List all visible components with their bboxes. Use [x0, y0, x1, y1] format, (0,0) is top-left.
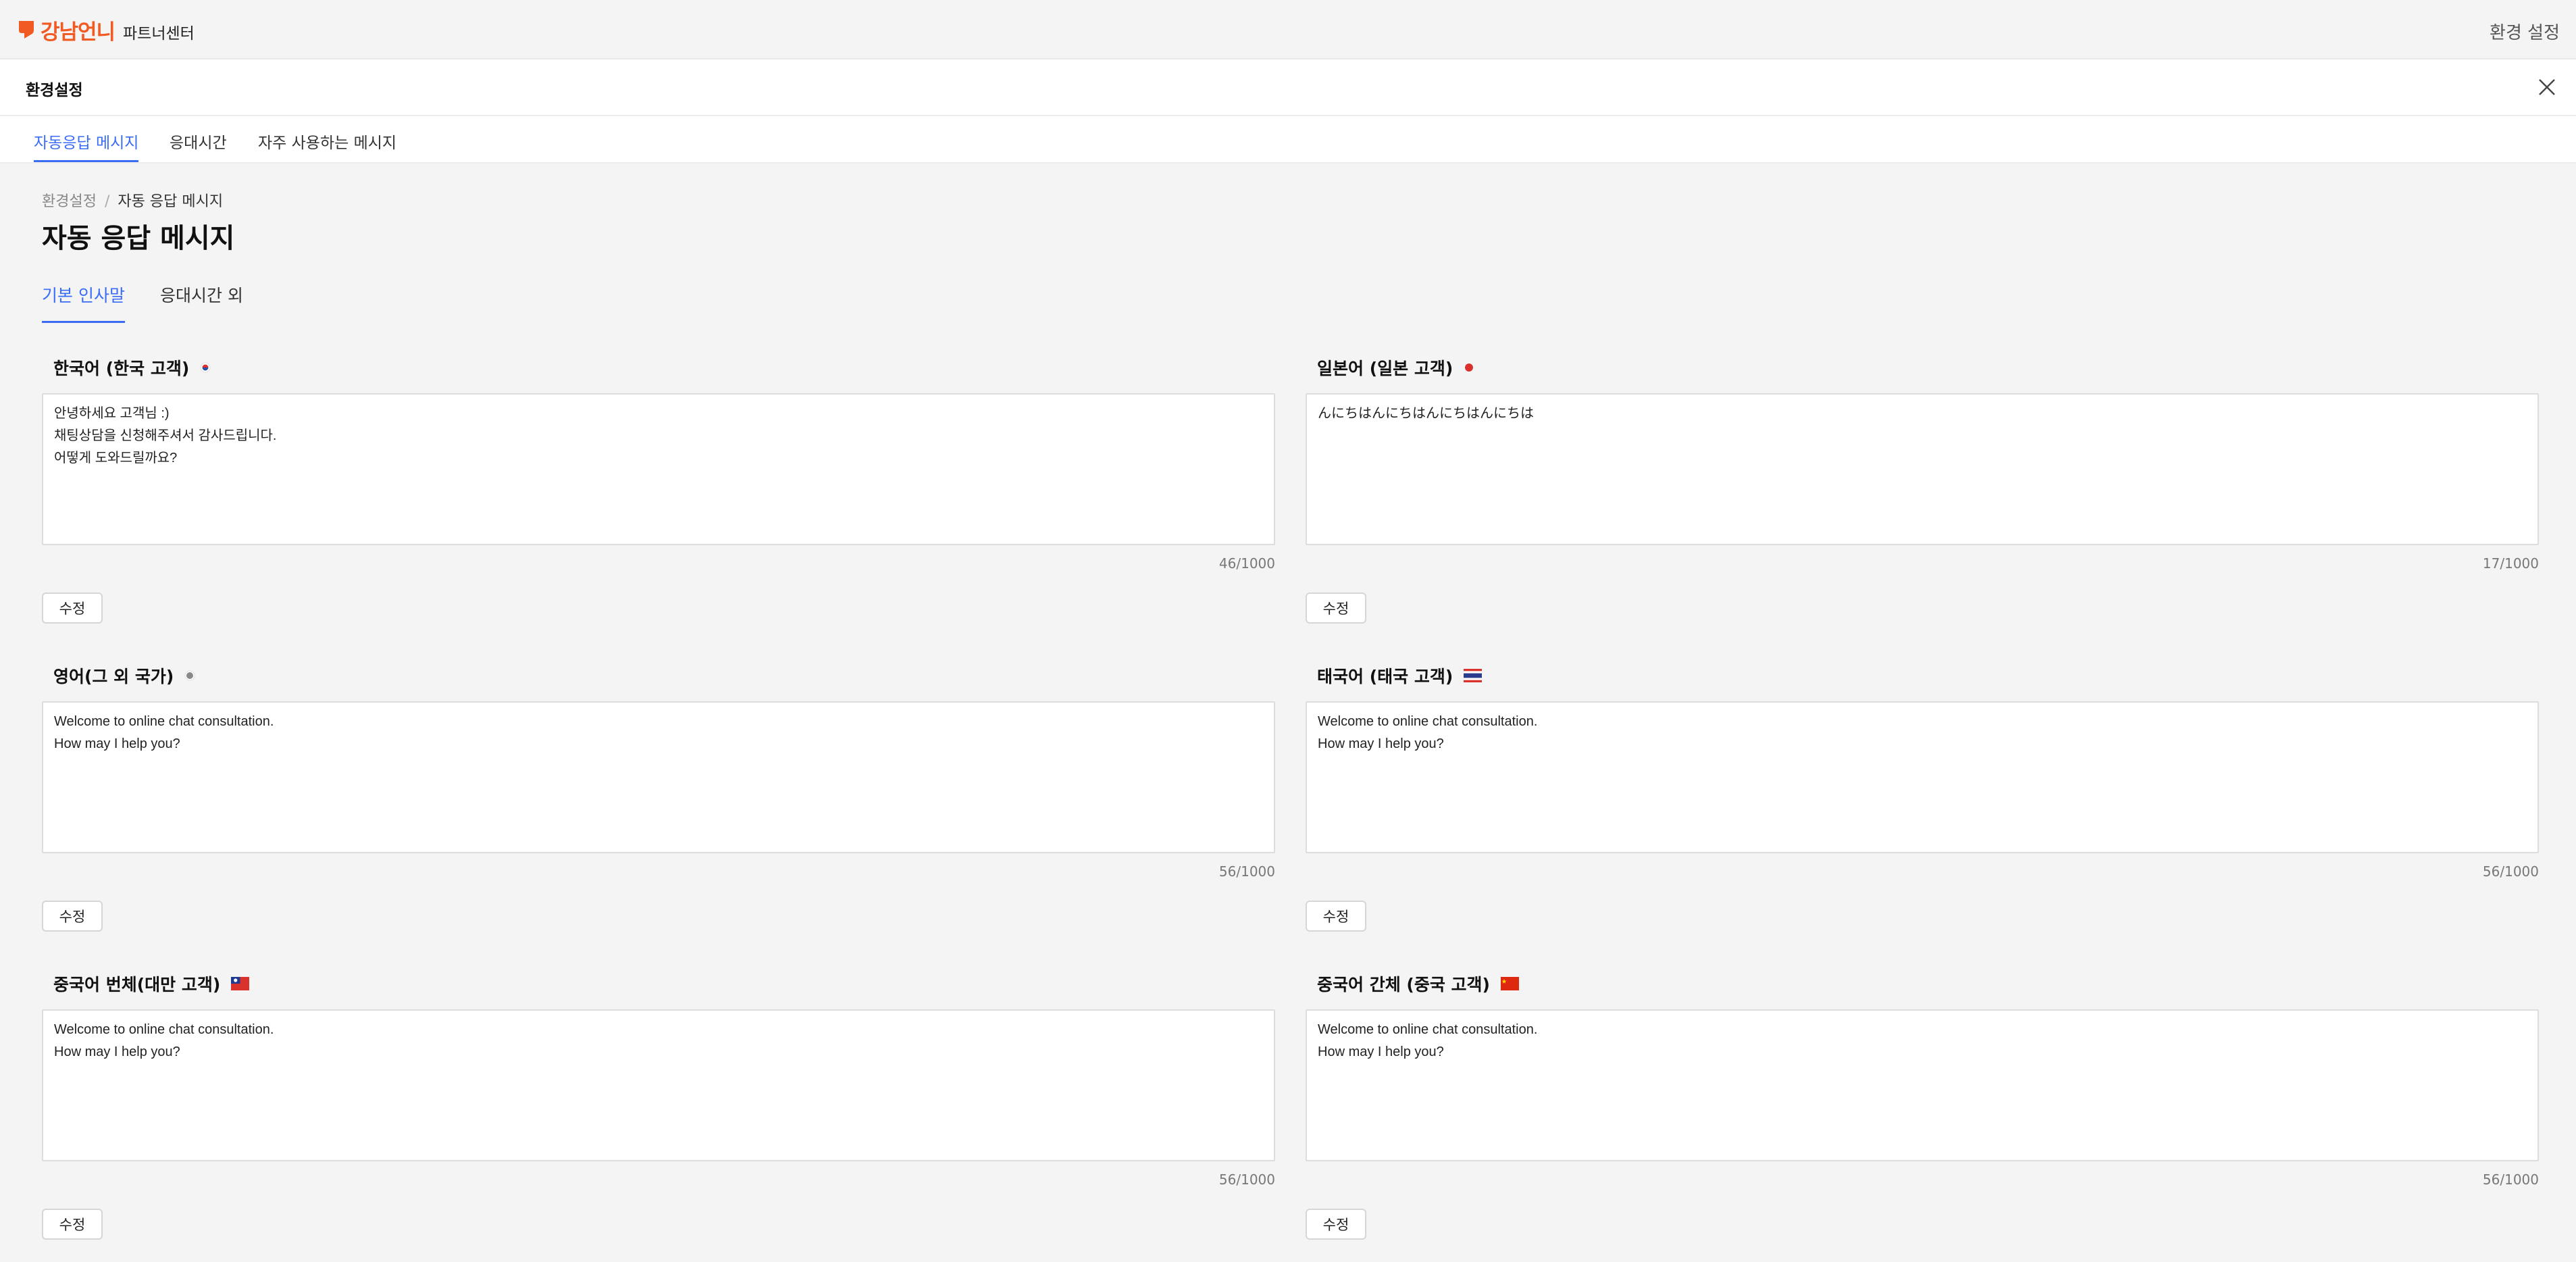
char-counter: 56/1000 [2482, 1171, 2539, 1188]
message-label-text: 한국어 (한국 고객) [53, 359, 190, 378]
char-counter: 17/1000 [2482, 555, 2539, 572]
message-block-traditional-chinese: 중국어 번체(대만 고객) Welcome to online chat con… [42, 971, 1275, 1242]
message-block-simplified-chinese: 중국어 간체 (중국 고객) Welcome to online chat co… [1306, 971, 2539, 1242]
edit-button[interactable]: 수정 [1306, 901, 1366, 932]
message-label: 한국어 (한국 고객) [53, 355, 211, 380]
breadcrumb-separator: / [104, 193, 110, 210]
thailand-flag-icon [1464, 669, 1483, 682]
environment-settings-link[interactable]: 환경 설정 [2490, 19, 2560, 44]
edit-button[interactable]: 수정 [42, 901, 103, 932]
message-label-text: 태국어 (태국 고객) [1317, 667, 1453, 686]
message-label-text: 영어(그 외 국가) [53, 667, 174, 686]
partner-center-label: 파트너센터 [123, 25, 195, 43]
message-textarea[interactable]: んにちはんにちはんにちはんにちは [1306, 393, 2539, 545]
breadcrumb: 환경설정 / 자동 응답 메시지 [42, 189, 223, 211]
char-counter: 46/1000 [1218, 555, 1275, 572]
message-textarea[interactable]: Welcome to online chat consultation. How… [1306, 701, 2539, 853]
logo-text: 강남언니 [41, 20, 115, 45]
tab-auto-response[interactable]: 자동응답 메시지 [34, 130, 139, 162]
settings-title: 환경설정 [26, 82, 83, 99]
message-textarea[interactable]: Welcome to online chat consultation. How… [42, 701, 1275, 853]
message-textarea[interactable]: Welcome to online chat consultation. How… [42, 1009, 1275, 1161]
logo-icon [19, 21, 34, 39]
message-textarea[interactable]: 안녕하세요 고객님 :) 채팅상담을 신청해주셔서 감사드립니다. 어떻게 도와… [42, 393, 1275, 545]
tab-frequent-messages[interactable]: 자주 사용하는 메시지 [258, 130, 396, 162]
message-label-text: 일본어 (일본 고객) [1317, 359, 1453, 378]
breadcrumb-parent[interactable]: 환경설정 [42, 193, 97, 210]
top-tabs: 자동응답 메시지 응대시간 자주 사용하는 메시지 [0, 116, 2576, 163]
breadcrumb-current: 자동 응답 메시지 [118, 193, 224, 210]
globe-dot-icon [184, 670, 195, 681]
message-block-korean: 한국어 (한국 고객) 안녕하세요 고객님 :) 채팅상담을 신청해주셔서 감사… [42, 355, 1275, 626]
message-label: 일본어 (일본 고객) [1317, 355, 1474, 380]
char-counter: 56/1000 [2482, 863, 2539, 880]
message-label: 영어(그 외 국가) [53, 663, 195, 688]
top-bar: 강남언니 파트너센터 환경 설정 [0, 0, 2576, 59]
taiwan-flag-icon [231, 977, 250, 990]
sub-tabs: 기본 인사말 응대시간 외 [42, 282, 2541, 323]
page-title: 자동 응답 메시지 [42, 223, 235, 254]
message-block-english: 영어(그 외 국가) Welcome to online chat consul… [42, 663, 1275, 934]
message-label: 중국어 번체(대만 고객) [53, 971, 250, 996]
message-label-text: 중국어 번체(대만 고객) [53, 975, 221, 994]
close-icon[interactable] [2537, 77, 2557, 97]
tab-outside-hours[interactable]: 응대시간 외 [160, 282, 243, 323]
char-counter: 56/1000 [1218, 1171, 1275, 1188]
edit-button[interactable]: 수정 [42, 592, 103, 624]
japan-flag-icon [1464, 363, 1474, 372]
message-block-japanese: 일본어 (일본 고객) んにちはんにちはんにちはんにちは 17/1000 수정 [1306, 355, 2539, 626]
message-textarea[interactable]: Welcome to online chat consultation. How… [1306, 1009, 2539, 1161]
message-block-thai: 태국어 (태국 고객) Welcome to online chat consu… [1306, 663, 2539, 934]
logo[interactable]: 강남언니 [18, 16, 115, 45]
china-flag-icon [1500, 977, 1519, 990]
tab-basic-greeting[interactable]: 기본 인사말 [42, 282, 125, 323]
message-label-text: 중국어 간체 (중국 고객) [1317, 975, 1490, 994]
korea-flag-icon [200, 362, 211, 373]
message-label: 중국어 간체 (중국 고객) [1317, 971, 1519, 996]
edit-button[interactable]: 수정 [1306, 592, 1366, 624]
edit-button[interactable]: 수정 [1306, 1209, 1366, 1240]
char-counter: 56/1000 [1218, 863, 1275, 880]
settings-header: 환경설정 [0, 59, 2576, 116]
edit-button[interactable]: 수정 [42, 1209, 103, 1240]
message-label: 태국어 (태국 고객) [1317, 663, 1483, 688]
tab-response-hours[interactable]: 응대시간 [170, 130, 227, 162]
